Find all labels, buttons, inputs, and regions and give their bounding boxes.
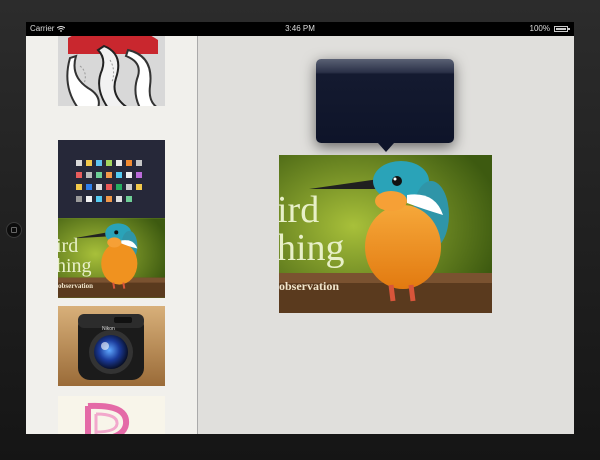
camera-icon-image [58, 306, 165, 386]
thumbnail-caption: observation [58, 282, 93, 290]
icon-set-image [58, 140, 165, 220]
status-bar: Carrier 3:46 PM 100% [26, 22, 574, 36]
image-caption: observation [279, 279, 339, 293]
camera-brand-label: Nikon [102, 326, 115, 332]
thumbnail-title-line1: ird [58, 235, 79, 257]
clock: 3:46 PM [285, 24, 315, 33]
lettering-artwork-image [58, 36, 165, 106]
thumbnail-pink-letter[interactable] [58, 396, 165, 434]
thumbnail-sidebar[interactable]: ird hing observation Nikon [26, 36, 198, 434]
popover-arrow [378, 143, 394, 152]
popover-panel[interactable] [316, 59, 454, 143]
home-button[interactable] [6, 222, 22, 238]
screen: Carrier 3:46 PM 100% ird hing observatio… [26, 22, 574, 434]
main-content-area: ird hing observation [198, 36, 574, 434]
thumbnail-bird-watching[interactable]: ird hing observation [58, 218, 165, 298]
thumbnail-camera[interactable]: Nikon [58, 306, 165, 386]
battery-icon [554, 26, 570, 32]
image-title-line2: hing [279, 227, 345, 269]
pink-letter-image [58, 396, 165, 434]
thumbnail-icon-set[interactable] [58, 140, 165, 220]
image-title-line1: ird [279, 189, 320, 231]
thumbnail-title-line2: hing [58, 255, 92, 277]
ipad-device-frame: Carrier 3:46 PM 100% ird hing observatio… [0, 0, 600, 460]
battery-percent: 100% [529, 24, 550, 33]
selected-image-preview[interactable]: ird hing observation [279, 155, 492, 313]
thumbnail-lettering[interactable] [58, 36, 165, 106]
